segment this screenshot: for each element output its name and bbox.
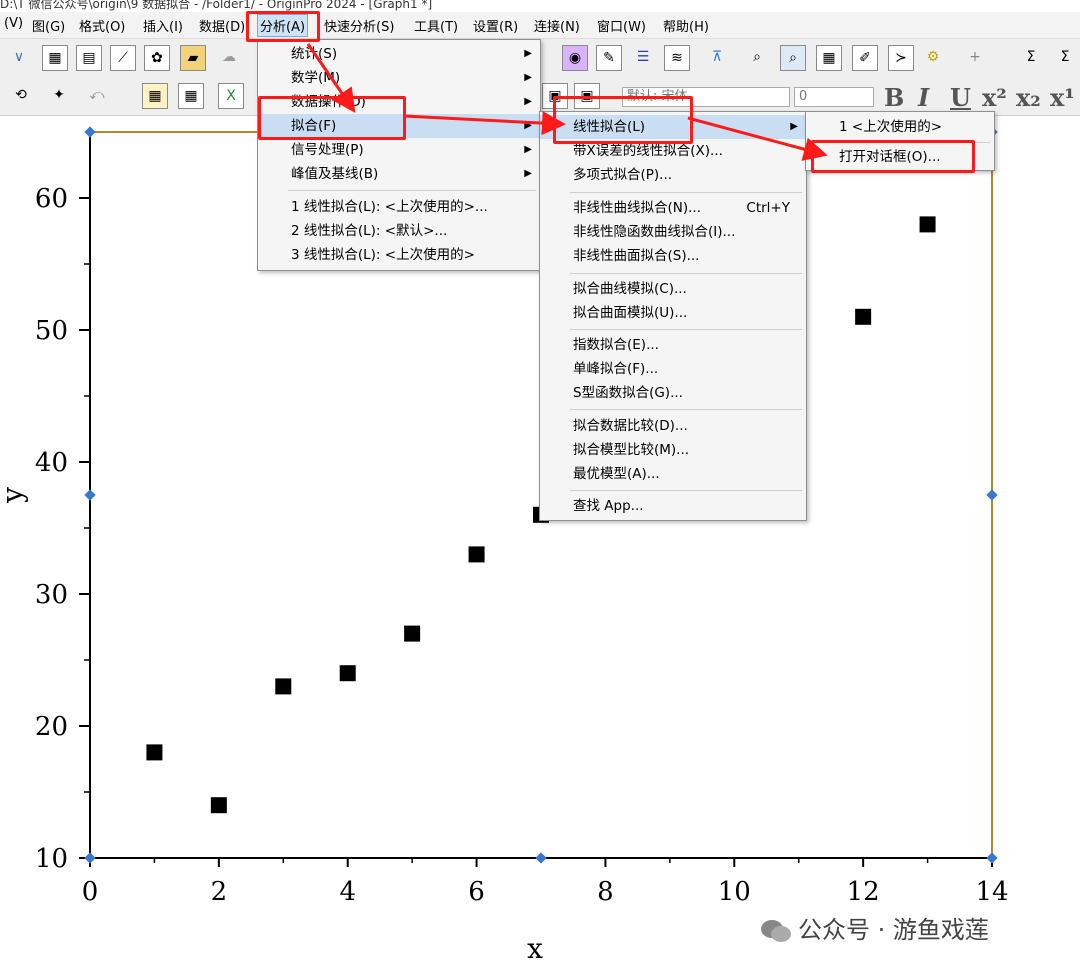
arrow-3 bbox=[687, 116, 828, 161]
wechat-icon bbox=[761, 920, 791, 942]
arrow-1 bbox=[306, 43, 356, 113]
watermark-text: 公众号 · 游鱼戏莲 bbox=[798, 916, 989, 944]
watermark: 公众号 · 游鱼戏莲 bbox=[760, 910, 989, 945]
annotation-arrows bbox=[306, 43, 828, 161]
arrow-2 bbox=[403, 111, 566, 136]
